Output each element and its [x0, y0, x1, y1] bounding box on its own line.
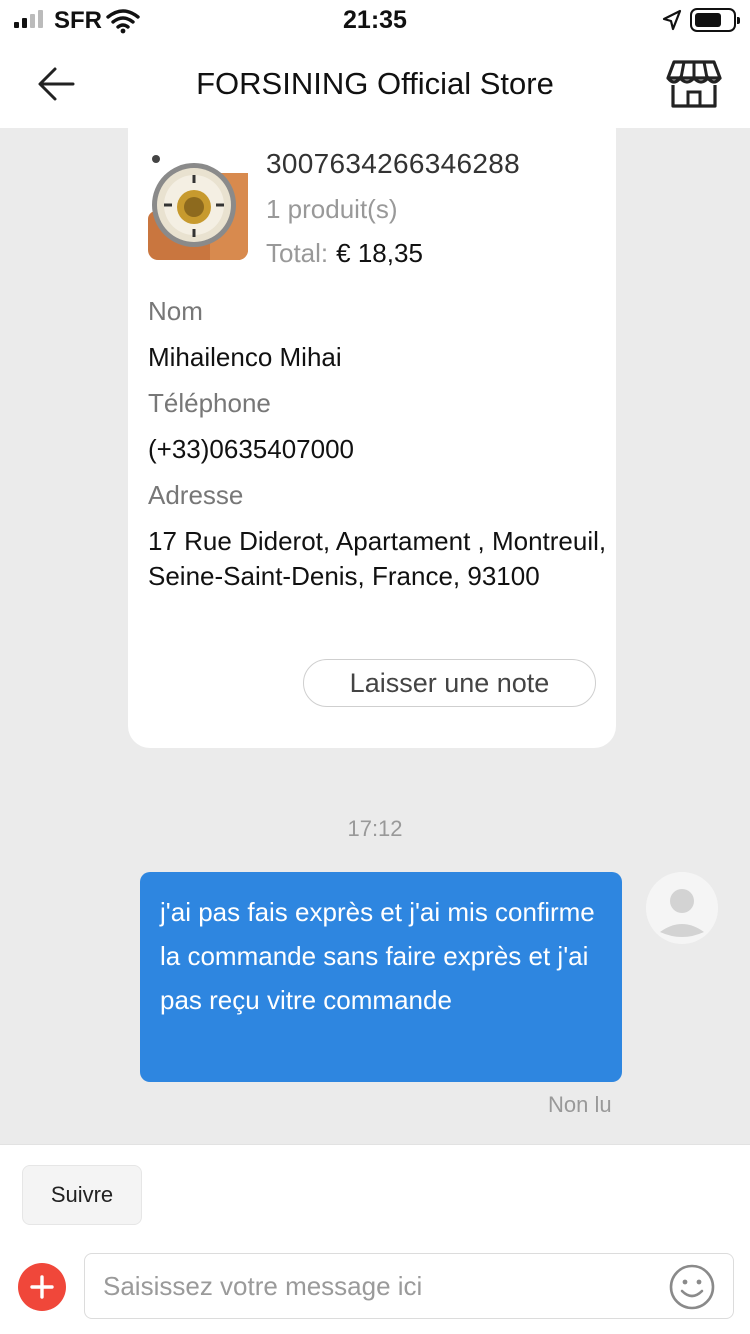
avatar[interactable] — [646, 872, 718, 944]
total-value: € 18,35 — [336, 238, 423, 268]
store-button[interactable] — [664, 58, 724, 112]
status-time: 21:35 — [343, 6, 407, 34]
page-title: FORSINING Official Store — [196, 66, 554, 101]
message-timestamp: 17:12 — [347, 816, 403, 841]
emoji-button[interactable] — [668, 1263, 716, 1311]
emoji-icon — [669, 1264, 715, 1310]
message-input[interactable] — [84, 1253, 734, 1319]
user-avatar-icon — [646, 872, 718, 944]
read-status: Non lu — [548, 1092, 612, 1117]
product-thumbnail[interactable] — [148, 153, 248, 260]
product-count: 1 produit(s) — [266, 194, 398, 224]
battery-icon — [690, 8, 740, 32]
leave-review-button[interactable]: Laisser une note — [303, 659, 596, 707]
watch-image — [148, 153, 248, 260]
location-arrow-icon — [662, 9, 682, 31]
follow-button[interactable]: Suivre — [22, 1165, 142, 1225]
order-card[interactable]: 3007634266346288 1 produit(s) Total: € 18… — [128, 128, 616, 748]
total-label: Total: — [266, 238, 329, 268]
plus-icon — [30, 1275, 54, 1299]
address-value: 17 Rue Diderot, Apartament , Montreuil, … — [148, 526, 607, 591]
name-label: Nom — [148, 296, 203, 326]
name-value: Mihailenco Mihai — [148, 342, 342, 372]
add-attachment-button[interactable] — [18, 1263, 66, 1311]
message-bubble[interactable]: j'ai pas fais exprès et j'ai mis confirm… — [140, 872, 622, 1082]
chat-header: FORSINING Official Store — [0, 40, 750, 128]
order-total: Total: € 18,35 — [266, 238, 423, 269]
order-id[interactable]: 3007634266346288 — [266, 148, 520, 180]
phone-label: Téléphone — [148, 388, 271, 418]
input-bar: Suivre — [0, 1144, 750, 1334]
store-icon — [666, 60, 722, 108]
address-label: Adresse — [148, 480, 244, 510]
phone-value: (+33)0635407000 — [148, 434, 355, 464]
chat-area[interactable]: 3007634266346288 1 produit(s) Total: € 18… — [0, 128, 750, 1144]
status-bar: SFR 21:35 — [0, 0, 750, 40]
